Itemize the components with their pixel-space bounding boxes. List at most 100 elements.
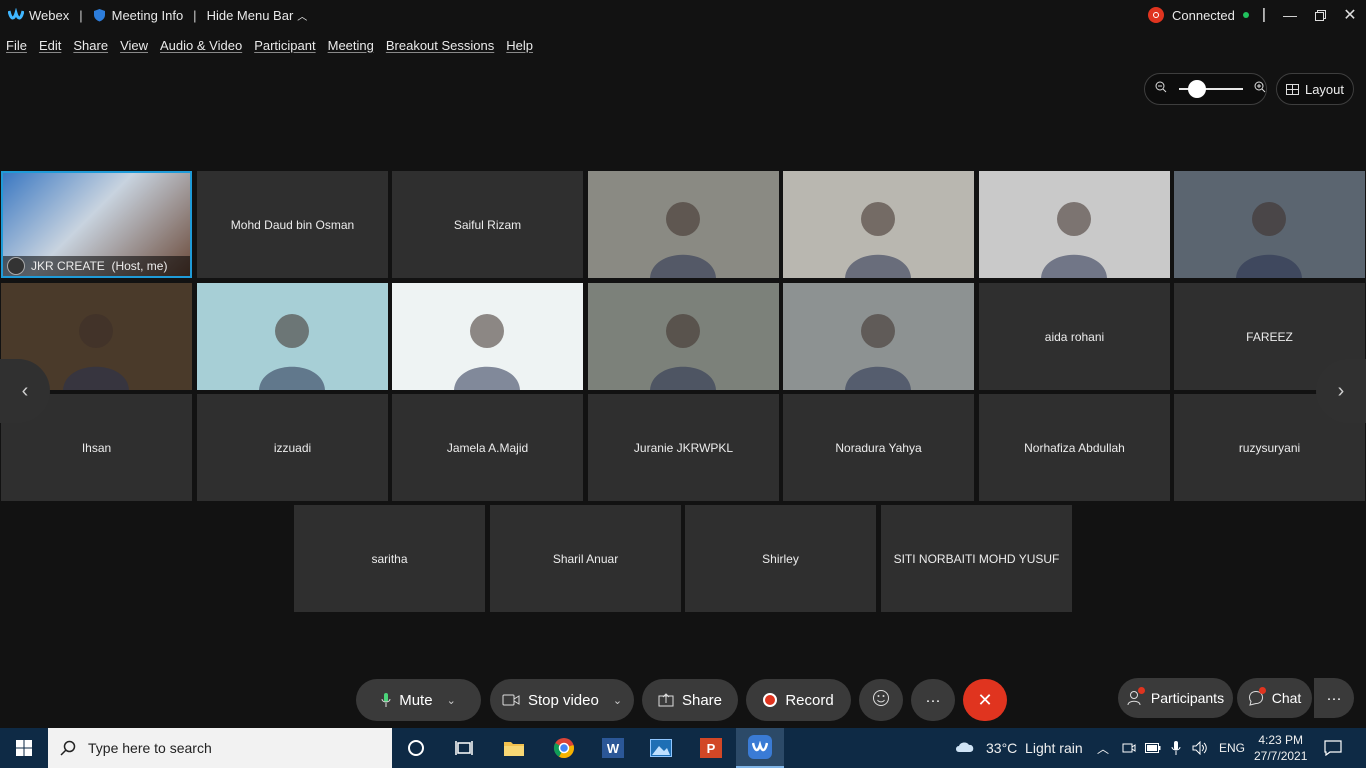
- layout-button[interactable]: Layout: [1276, 73, 1354, 105]
- menu-file[interactable]: File: [6, 38, 27, 53]
- participant-tile[interactable]: Jamela A.Majid: [392, 394, 583, 501]
- meeting-tray-icon[interactable]: [1122, 728, 1136, 768]
- windows-start-button[interactable]: [0, 728, 48, 768]
- chevron-right-icon: ›: [1337, 379, 1345, 402]
- reactions-button[interactable]: [859, 679, 903, 721]
- zoom-in-icon[interactable]: [1254, 80, 1266, 98]
- connected-dot-icon: [1242, 12, 1249, 18]
- zoom-slider-handle[interactable]: [1188, 80, 1207, 98]
- leave-meeting-button[interactable]: ✕: [963, 679, 1007, 721]
- record-button[interactable]: Record: [746, 679, 851, 721]
- task-view-button[interactable]: [440, 728, 488, 768]
- participant-tile[interactable]: Juranie JKRWPKL: [588, 394, 779, 501]
- zoom-slider[interactable]: [1179, 80, 1243, 98]
- meeting-info-button[interactable]: Meeting Info: [93, 8, 183, 23]
- folder-icon: [504, 742, 524, 756]
- menu-edit[interactable]: Edit: [39, 38, 61, 53]
- participant-video-tile[interactable]: [783, 283, 974, 390]
- separator: |: [1262, 6, 1266, 23]
- menu-view[interactable]: View: [120, 38, 148, 53]
- participant-name: Ihsan: [81, 440, 112, 455]
- participant-video-tile[interactable]: [392, 283, 583, 390]
- participant-tile[interactable]: aida rohani: [979, 283, 1170, 390]
- cortana-button[interactable]: [392, 728, 440, 768]
- chrome-app[interactable]: [540, 728, 588, 768]
- menu-help[interactable]: Help: [506, 38, 533, 53]
- weather-widget[interactable]: 33°C Light rain: [954, 728, 1083, 768]
- participant-name: izzuadi: [273, 440, 312, 455]
- participant-video-feed: [257, 301, 327, 390]
- menu-share[interactable]: Share: [73, 38, 108, 53]
- chevron-down-icon[interactable]: ⌄: [613, 694, 622, 707]
- participants-button[interactable]: Participants: [1118, 678, 1233, 718]
- self-video-tile[interactable]: JKR CREATE (Host, me): [1, 171, 192, 278]
- battery-tray-icon[interactable]: [1145, 728, 1161, 768]
- participant-video-feed: [648, 301, 718, 390]
- microphone-tray-icon[interactable]: [1171, 728, 1181, 768]
- participant-tile[interactable]: Shirley: [685, 505, 876, 612]
- layout-label: Layout: [1304, 81, 1345, 97]
- title-bar: Webex | Meeting Info | Hide Menu Bar ︿ C…: [0, 0, 1366, 30]
- participant-tile[interactable]: Norhafiza Abdullah: [979, 394, 1170, 501]
- menu-participant[interactable]: Participant: [254, 38, 315, 53]
- stop-video-button[interactable]: Stop video ⌄: [490, 679, 634, 721]
- participant-tile[interactable]: saritha: [294, 505, 485, 612]
- powerpoint-app[interactable]: P: [687, 728, 735, 768]
- webex-taskbar-app[interactable]: [736, 728, 784, 768]
- shield-icon: [93, 9, 105, 22]
- participant-name: SITI NORBAITI MOHD YUSUF: [893, 551, 1060, 566]
- maximize-icon[interactable]: [1305, 0, 1335, 30]
- cortana-circle-icon: [408, 740, 424, 756]
- webex-app-menu[interactable]: Webex: [8, 8, 69, 23]
- share-button[interactable]: Share: [642, 679, 738, 721]
- participant-video-tile[interactable]: [1174, 171, 1365, 278]
- participant-video-tile[interactable]: [979, 171, 1170, 278]
- menu-meeting[interactable]: Meeting: [328, 38, 374, 53]
- participant-name: Jamela A.Majid: [446, 440, 529, 455]
- participant-name: FAREEZ: [1246, 329, 1293, 344]
- participant-tile[interactable]: izzuadi: [197, 394, 388, 501]
- photos-icon: [650, 739, 672, 757]
- recording-indicator-icon: [1148, 7, 1164, 23]
- input-language-indicator[interactable]: ENG: [1219, 728, 1245, 768]
- participants-icon: [1127, 687, 1145, 706]
- minimize-icon[interactable]: —: [1275, 0, 1305, 30]
- mute-button[interactable]: Mute ⌄: [356, 679, 481, 721]
- word-app[interactable]: W: [589, 728, 637, 768]
- hide-menu-bar-button[interactable]: Hide Menu Bar ︿: [207, 8, 308, 23]
- menu-breakout-sessions[interactable]: Breakout Sessions: [386, 38, 494, 53]
- more-options-button[interactable]: ···: [911, 679, 955, 721]
- participant-video-tile[interactable]: [783, 171, 974, 278]
- self-name-label: JKR CREATE (Host, me): [3, 256, 190, 276]
- clock[interactable]: 4:23 PM 27/7/2021: [1254, 728, 1307, 768]
- chat-button[interactable]: Chat: [1237, 678, 1312, 718]
- connection-status[interactable]: Connected: [1148, 7, 1249, 23]
- webex-logo-icon: [8, 8, 24, 20]
- more-panels-button[interactable]: ···: [1314, 678, 1354, 718]
- volume-tray-icon[interactable]: [1192, 728, 1208, 768]
- windows-logo-icon: [16, 740, 32, 756]
- participant-video-tile[interactable]: [197, 283, 388, 390]
- chat-label: Chat: [1271, 690, 1302, 706]
- file-explorer-app[interactable]: [490, 728, 538, 768]
- menu-audio-video[interactable]: Audio & Video: [160, 38, 242, 53]
- chevron-up-icon: ︿: [297, 11, 308, 23]
- photos-app[interactable]: [637, 728, 685, 768]
- show-hidden-icons-button[interactable]: ︿: [1097, 728, 1109, 768]
- close-icon[interactable]: ✕: [1335, 0, 1365, 30]
- participant-tile[interactable]: Noradura Yahya: [783, 394, 974, 501]
- participant-name: Juranie JKRWPKL: [633, 440, 734, 455]
- participant-tile[interactable]: Mohd Daud bin Osman: [197, 171, 388, 278]
- participant-video-tile[interactable]: [588, 283, 779, 390]
- chrome-icon: [553, 738, 574, 759]
- chevron-down-icon[interactable]: ⌄: [447, 694, 456, 707]
- participant-tile[interactable]: Saiful Rizam: [392, 171, 583, 278]
- participant-video-tile[interactable]: [588, 171, 779, 278]
- chevron-left-icon: ‹: [21, 379, 29, 402]
- action-center-button[interactable]: [1324, 728, 1342, 768]
- participant-tile[interactable]: Sharil Anuar: [490, 505, 681, 612]
- hide-menu-bar-label: Hide Menu Bar: [206, 7, 294, 23]
- zoom-out-icon[interactable]: [1155, 80, 1167, 98]
- participant-tile[interactable]: SITI NORBAITI MOHD YUSUF: [881, 505, 1072, 612]
- taskbar-search-box[interactable]: Type here to search: [48, 728, 392, 768]
